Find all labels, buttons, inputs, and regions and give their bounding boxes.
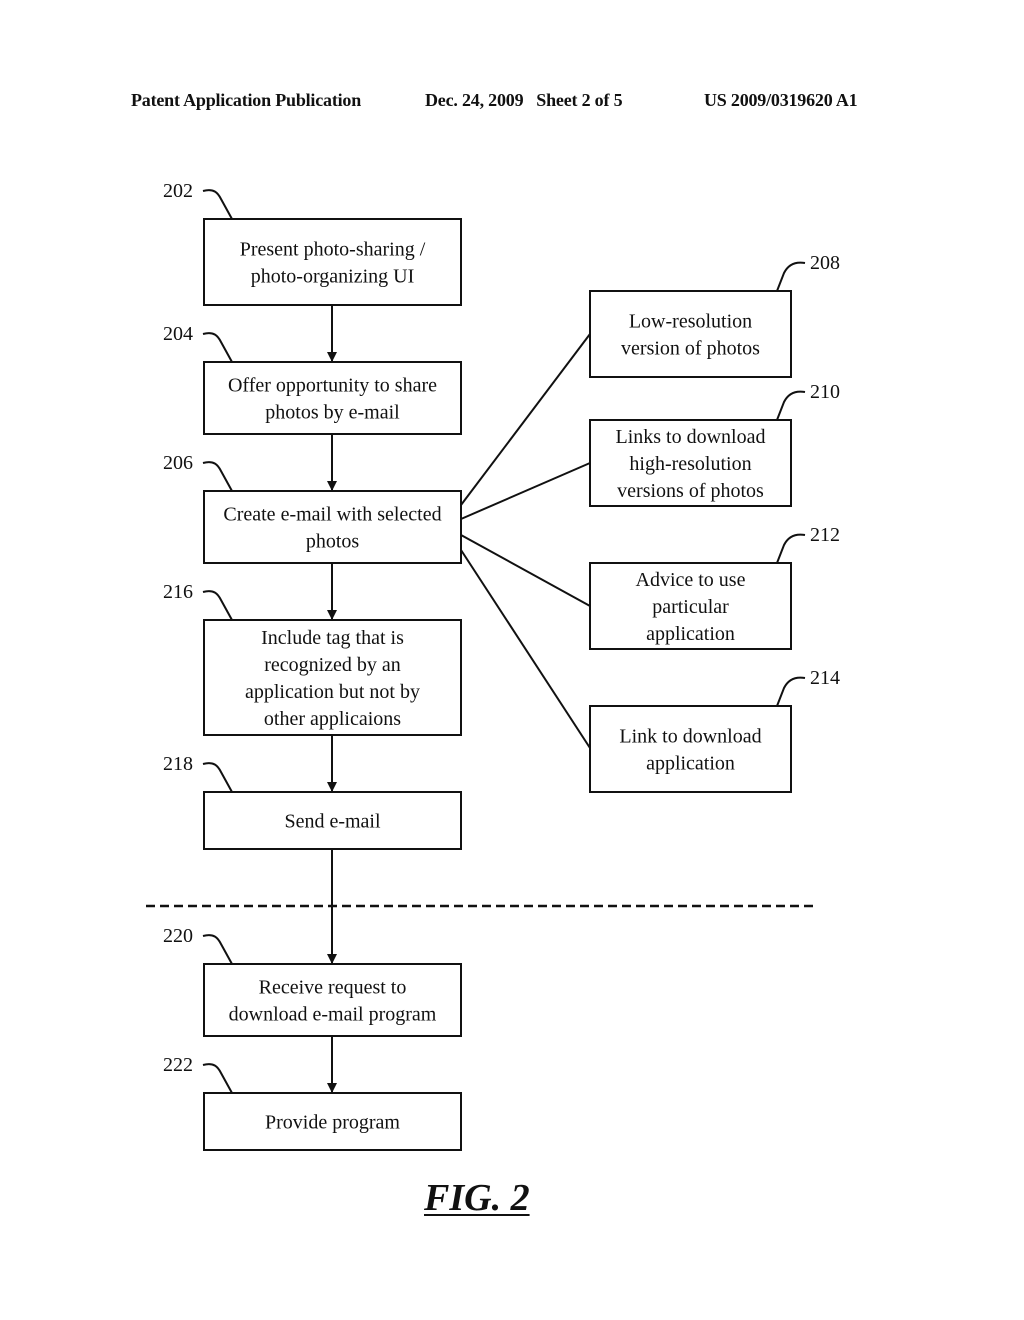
component-box-208: Low-resolution version of photos 208 (589, 252, 840, 378)
step-box-202-text-line: photo-organizing UI (251, 266, 415, 288)
step-box-216-ref-numeral: 216 (163, 581, 193, 603)
step-box-202-ref-numeral: 202 (163, 180, 193, 202)
component-box-210-text-line: Links to download (616, 426, 766, 448)
step-box-202-leader-line (202, 189, 233, 220)
step-box-206-text-line: photos (306, 531, 360, 553)
component-box-208-text-line: Low-resolution (629, 311, 752, 333)
component-box-214: Link to download application 214 (589, 667, 840, 793)
step-box-218: Send e-mail 218 (163, 753, 462, 850)
step-box-218-leader-line (202, 762, 233, 793)
component-box-214-rect (589, 705, 792, 793)
step-box-220: Receive request to download e-mail progra… (163, 925, 462, 1037)
step-box-216-text-line: application but not by (245, 681, 420, 703)
step-box-216: Include tag that is recognized by an appli… (163, 581, 462, 736)
component-box-214-ref-numeral: 214 (810, 667, 840, 689)
component-box-208-text-line: version of photos (621, 338, 760, 360)
step-box-202: Present photo-sharing / photo-organizing … (163, 180, 462, 306)
component-box-212-ref-numeral: 212 (810, 524, 840, 546)
step-box-216-text-line: other applicaions (264, 708, 401, 730)
component-box-210-text-line: high-resolution (629, 453, 751, 475)
step-box-204-ref-numeral: 204 (163, 323, 193, 345)
step-box-206-leader-line (202, 461, 233, 492)
component-box-210-ref-numeral: 210 (810, 381, 840, 403)
component-box-208-rect (589, 290, 792, 378)
step-box-222-text-line: Provide program (265, 1112, 400, 1134)
step-box-202-text-line: Present photo-sharing / (240, 239, 426, 261)
component-box-208-ref-numeral: 208 (810, 252, 840, 274)
component-box-212-leader-line (776, 533, 806, 564)
step-box-220-text-line: download e-mail program (229, 1004, 437, 1026)
component-box-212-text-line: application (646, 623, 735, 645)
component-box-214-text-line: application (646, 753, 735, 775)
step-box-206-text-line: Create e-mail with selected (223, 504, 441, 526)
step-box-220-ref-numeral: 220 (163, 925, 193, 947)
step-box-204-text-line: photos by e-mail (265, 402, 400, 424)
step-box-216-text-line: Include tag that is (261, 627, 404, 649)
component-box-212: Advice to use particular application 212 (589, 524, 840, 650)
figure-label: FIG. 2 (424, 1177, 530, 1219)
component-box-210-leader-line (776, 390, 806, 421)
step-box-216-text-line: recognized by an (264, 654, 401, 676)
component-box-210-text-line: versions of photos (617, 480, 764, 502)
step-box-220-leader-line (202, 934, 233, 965)
component-box-212-text-line: Advice to use (636, 569, 746, 591)
step-box-220-text-line: Receive request to (259, 977, 407, 999)
step-box-218-text-line: Send e-mail (284, 811, 381, 833)
flowchart: Present photo-sharing / photo-organizing … (146, 180, 840, 1151)
step-box-202-rect (203, 218, 462, 306)
connector-206-208 (460, 333, 591, 506)
component-box-210: Links to download high-resolution versions… (589, 381, 840, 507)
step-box-206: Create e-mail with selected photos 206 (163, 452, 462, 564)
step-box-222-ref-numeral: 222 (163, 1054, 193, 1076)
connector-206-212 (460, 534, 591, 607)
component-box-214-leader-line (776, 676, 806, 707)
step-box-204-leader-line (202, 332, 233, 363)
connector-206-210 (460, 462, 591, 520)
component-box-208-leader-line (776, 261, 806, 292)
step-box-204-text-line: Offer opportunity to share (228, 375, 437, 397)
step-box-216-leader-line (202, 590, 233, 621)
step-box-206-ref-numeral: 206 (163, 452, 193, 474)
connector-206-214 (460, 549, 591, 749)
component-box-212-text-line: particular (652, 596, 729, 618)
step-box-204: Offer opportunity to share photos by e-ma… (163, 323, 462, 435)
step-box-222-leader-line (202, 1063, 233, 1094)
step-box-218-ref-numeral: 218 (163, 753, 193, 775)
component-box-214-text-line: Link to download (619, 726, 761, 748)
step-box-222: Provide program 222 (163, 1054, 462, 1151)
